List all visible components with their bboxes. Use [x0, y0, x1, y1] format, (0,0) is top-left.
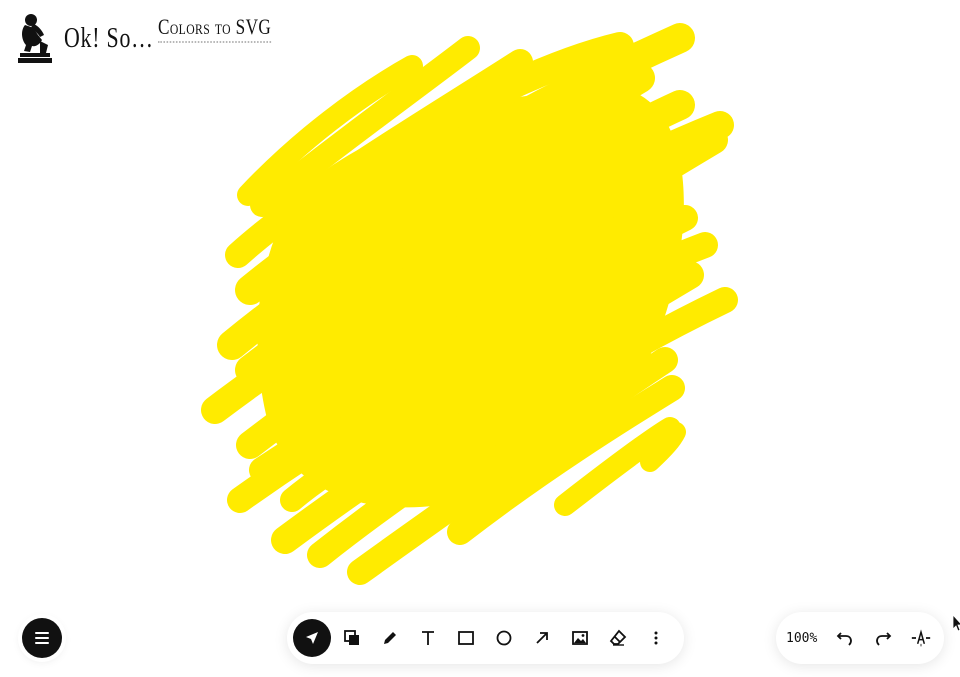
tool-more[interactable]: [637, 619, 675, 657]
circle-icon: [496, 630, 512, 646]
view-controls: 100%: [776, 612, 944, 664]
drawing-canvas[interactable]: [0, 0, 960, 677]
rectangle-icon: [458, 631, 474, 645]
text-style-button[interactable]: [902, 619, 940, 657]
main-menu-button[interactable]: [22, 618, 62, 658]
undo-icon: [836, 632, 852, 646]
arrow-icon: [536, 632, 548, 644]
undo-button[interactable]: [826, 619, 864, 657]
app-header: Ok! So…: [16, 10, 179, 66]
tool-rectangle[interactable]: [447, 619, 485, 657]
redo-button[interactable]: [864, 619, 902, 657]
tool-arrow[interactable]: [523, 619, 561, 657]
brand-name: Ok! So…: [64, 23, 154, 54]
pencil-icon: [384, 632, 396, 644]
text-style-icon: [911, 629, 931, 647]
zoom-level[interactable]: 100%: [786, 631, 826, 646]
more-vertical-icon: [654, 631, 658, 645]
tool-color[interactable]: [333, 619, 371, 657]
color-swatch-icon: [344, 630, 359, 645]
tool-eraser[interactable]: [599, 619, 637, 657]
eraser-icon: [609, 629, 627, 646]
mouse-pointer-icon: [952, 614, 960, 632]
tool-text[interactable]: [409, 619, 447, 657]
tool-ellipse[interactable]: [485, 619, 523, 657]
image-icon: [572, 631, 588, 645]
tool-select[interactable]: [293, 619, 331, 657]
redo-icon: [876, 632, 892, 646]
cursor-arrow-icon: [306, 632, 318, 644]
text-icon: [422, 631, 434, 645]
tool-image[interactable]: [561, 619, 599, 657]
tools-toolbar: [287, 612, 684, 664]
thinker-logo-icon[interactable]: [16, 11, 54, 65]
hamburger-menu-icon: [35, 632, 49, 644]
tool-pen[interactable]: [371, 619, 409, 657]
document-title[interactable]: Colors to SVG: [158, 14, 272, 43]
yellow-scribble[interactable]: [201, 23, 738, 585]
